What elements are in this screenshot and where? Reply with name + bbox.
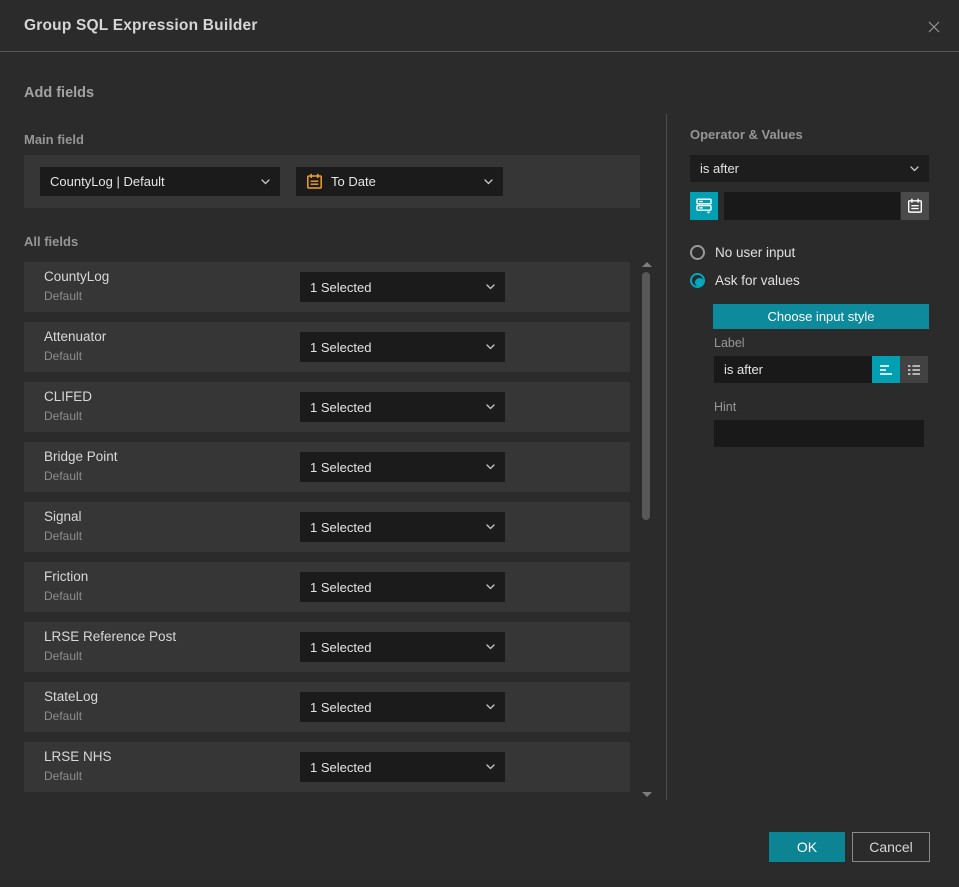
operator-select-value: is after <box>700 161 740 176</box>
label-caption: Label <box>714 336 745 350</box>
chevron-down-icon <box>261 178 270 184</box>
field-values-select[interactable]: 1 Selected <box>300 272 505 302</box>
field-subtitle: Default <box>44 289 83 303</box>
bulleted-list-icon <box>908 364 920 375</box>
value-input[interactable] <box>724 192 900 220</box>
radio-no-user-input[interactable]: No user input <box>690 245 795 260</box>
field-subtitle: Default <box>44 409 83 423</box>
calendar-icon <box>907 198 923 213</box>
close-icon <box>928 21 940 33</box>
chevron-down-icon <box>486 344 495 350</box>
field-values-select[interactable]: 1 Selected <box>300 512 505 542</box>
value-source-button[interactable] <box>690 192 718 220</box>
date-picker-button[interactable] <box>901 192 929 220</box>
scrollbar-thumb[interactable] <box>642 272 650 520</box>
radio-selected-icon <box>690 273 705 288</box>
field-row: Friction Default 1 Selected <box>24 562 630 612</box>
main-field-date-select[interactable]: To Date <box>296 167 503 196</box>
field-name: Signal <box>44 509 82 524</box>
titlebar: Group SQL Expression Builder <box>0 0 959 52</box>
field-values-select[interactable]: 1 Selected <box>300 752 505 782</box>
field-name: CLIFED <box>44 389 93 404</box>
chevron-down-icon <box>486 764 495 770</box>
field-values-selected: 1 Selected <box>310 759 372 775</box>
add-fields-heading: Add fields <box>24 85 95 101</box>
field-row: Bridge Point Default 1 Selected <box>24 442 630 492</box>
operator-select[interactable]: is after <box>690 155 929 182</box>
hint-caption: Hint <box>714 400 737 414</box>
field-row: Signal Default 1 Selected <box>24 502 630 552</box>
field-subtitle: Default <box>44 349 83 363</box>
all-fields-label: All fields <box>24 234 79 249</box>
main-field-label: Main field <box>24 132 84 147</box>
field-values-selected: 1 Selected <box>310 699 372 715</box>
field-values-selected: 1 Selected <box>310 519 372 535</box>
input-style-list-toggle[interactable] <box>900 356 928 383</box>
chevron-down-icon <box>486 404 495 410</box>
chevron-down-icon <box>486 464 495 470</box>
field-values-selected: 1 Selected <box>310 339 372 355</box>
stacked-list-icon <box>696 198 712 214</box>
chevron-down-icon <box>486 284 495 290</box>
field-values-selected: 1 Selected <box>310 639 372 655</box>
field-values-selected: 1 Selected <box>310 279 372 295</box>
field-values-select[interactable]: 1 Selected <box>300 692 505 722</box>
field-subtitle: Default <box>44 589 83 603</box>
field-name: LRSE NHS <box>44 749 112 764</box>
field-name: CountyLog <box>44 269 110 284</box>
main-field-select-value: CountyLog | Default <box>50 174 165 189</box>
field-row: StateLog Default 1 Selected <box>24 682 630 732</box>
ok-button[interactable]: OK <box>769 832 845 862</box>
field-name: Friction <box>44 569 89 584</box>
field-values-select[interactable]: 1 Selected <box>300 572 505 602</box>
field-values-select[interactable]: 1 Selected <box>300 632 505 662</box>
dialog-title: Group SQL Expression Builder <box>24 17 258 34</box>
main-field-select[interactable]: CountyLog | Default <box>40 167 280 196</box>
main-field-date-value: To Date <box>331 174 376 189</box>
field-subtitle: Default <box>44 469 83 483</box>
operator-values-heading: Operator & Values <box>690 127 803 142</box>
radio-ask-for-values-label: Ask for values <box>715 273 800 288</box>
field-name: StateLog <box>44 689 99 704</box>
field-subtitle: Default <box>44 529 83 543</box>
close-button[interactable] <box>923 16 945 38</box>
field-values-selected: 1 Selected <box>310 399 372 415</box>
choose-input-style-button[interactable]: Choose input style <box>713 304 929 329</box>
radio-no-user-input-label: No user input <box>715 245 796 260</box>
field-name: LRSE Reference Post <box>44 629 177 644</box>
field-name: Attenuator <box>44 329 107 344</box>
field-row: LRSE NHS Default 1 Selected <box>24 742 630 792</box>
radio-circle-icon <box>690 245 705 260</box>
scrollbar-down-arrow-icon[interactable] <box>642 792 652 797</box>
hint-input[interactable] <box>714 420 924 447</box>
chevron-down-icon <box>486 704 495 710</box>
field-name: Bridge Point <box>44 449 118 464</box>
field-row: Attenuator Default 1 Selected <box>24 322 630 372</box>
chevron-down-icon <box>910 165 919 171</box>
field-values-select[interactable]: 1 Selected <box>300 332 505 362</box>
field-row: CountyLog Default 1 Selected <box>24 262 630 312</box>
chevron-down-icon <box>484 178 493 184</box>
label-input[interactable] <box>714 356 872 383</box>
scrollbar-up-arrow-icon[interactable] <box>642 262 652 267</box>
radio-ask-for-values[interactable]: Ask for values <box>690 273 800 288</box>
chevron-down-icon <box>486 524 495 530</box>
field-subtitle: Default <box>44 649 83 663</box>
field-values-selected: 1 Selected <box>310 459 372 475</box>
group-sql-expression-builder-dialog: Group SQL Expression Builder Add fields … <box>0 0 959 887</box>
field-subtitle: Default <box>44 709 83 723</box>
cancel-button[interactable]: Cancel <box>852 832 930 862</box>
field-row: LRSE Reference Post Default 1 Selected <box>24 622 630 672</box>
chevron-down-icon <box>486 584 495 590</box>
align-left-icon <box>880 364 892 375</box>
chevron-down-icon <box>486 644 495 650</box>
panel-divider <box>666 114 667 800</box>
field-values-selected: 1 Selected <box>310 579 372 595</box>
field-subtitle: Default <box>44 769 83 783</box>
input-style-single-toggle[interactable] <box>872 356 900 383</box>
calendar-icon <box>307 173 322 189</box>
field-row: CLIFED Default 1 Selected <box>24 382 630 432</box>
field-values-select[interactable]: 1 Selected <box>300 452 505 482</box>
field-values-select[interactable]: 1 Selected <box>300 392 505 422</box>
